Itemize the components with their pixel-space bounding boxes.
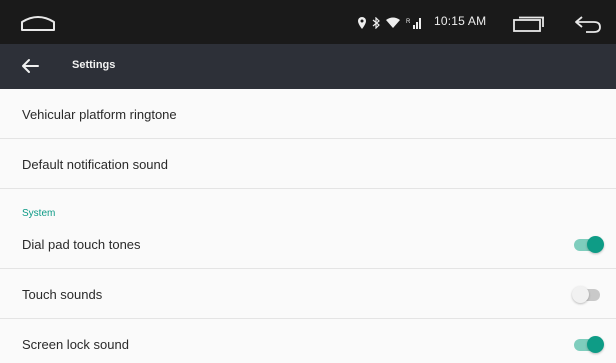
status-time: 10:15 AM bbox=[434, 14, 487, 28]
status-bar: R 10:15 AM bbox=[0, 0, 616, 44]
touch-sounds-toggle[interactable] bbox=[572, 284, 606, 306]
wifi-icon bbox=[386, 17, 400, 28]
screen-lock-toggle[interactable] bbox=[572, 334, 606, 356]
setting-default-notification-sound[interactable]: Default notification sound bbox=[0, 139, 616, 189]
setting-vehicular-ringtone[interactable]: Vehicular platform ringtone bbox=[0, 89, 616, 139]
location-icon bbox=[358, 17, 366, 29]
page-title: Settings bbox=[72, 59, 116, 71]
recents-icon[interactable] bbox=[512, 16, 546, 32]
dial-pad-toggle[interactable] bbox=[572, 234, 606, 256]
toggle-thumb bbox=[587, 236, 604, 253]
setting-screen-lock-sound[interactable]: Screen lock sound bbox=[0, 319, 616, 363]
setting-dial-pad-touch-tones[interactable]: Dial pad touch tones bbox=[0, 220, 616, 269]
status-icons: R bbox=[358, 15, 422, 31]
setting-label: Touch sounds bbox=[22, 287, 103, 302]
setting-label: Screen lock sound bbox=[22, 337, 129, 352]
toggle-thumb bbox=[587, 336, 604, 353]
signal-icon: R bbox=[406, 18, 421, 29]
setting-label: Vehicular platform ringtone bbox=[22, 107, 177, 122]
back-arrow-icon[interactable] bbox=[572, 13, 604, 35]
svg-text:R: R bbox=[406, 19, 411, 25]
setting-label: Dial pad touch tones bbox=[22, 237, 141, 252]
app-toolbar: Settings bbox=[0, 44, 616, 89]
setting-touch-sounds[interactable]: Touch sounds bbox=[0, 269, 616, 319]
bluetooth-icon bbox=[372, 17, 380, 29]
home-icon[interactable] bbox=[18, 10, 58, 34]
toggle-thumb bbox=[572, 286, 589, 303]
arrow-left-icon[interactable] bbox=[18, 55, 42, 77]
section-header-system: System bbox=[22, 208, 56, 219]
setting-label: Default notification sound bbox=[22, 157, 168, 172]
